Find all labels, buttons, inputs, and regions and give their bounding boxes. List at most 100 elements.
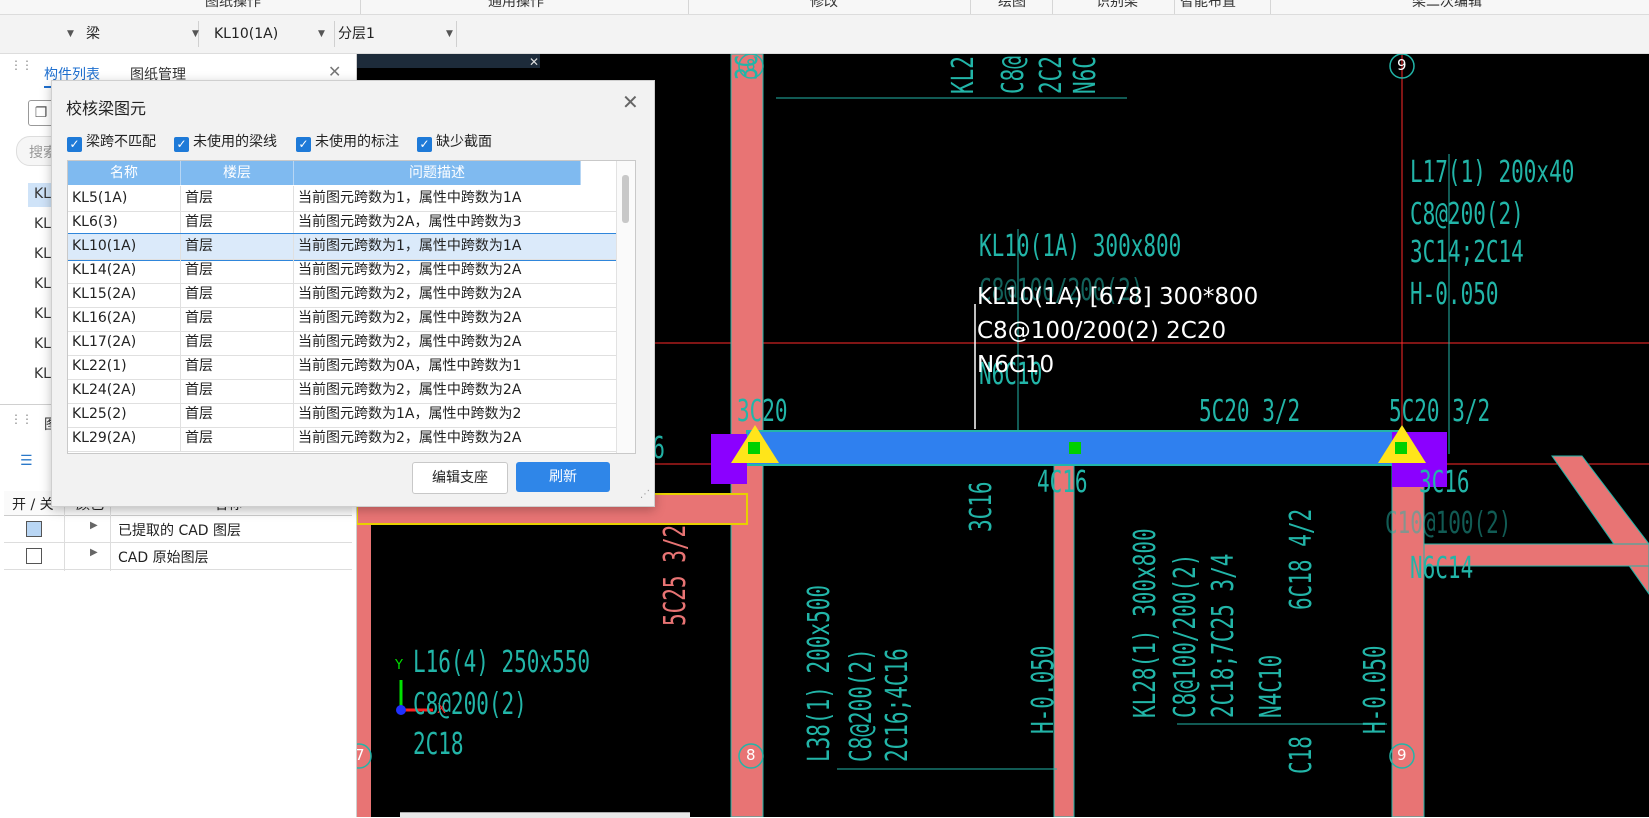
ribbon-divider xyxy=(688,0,689,14)
layer-row[interactable]: ▶ 已提取的 CAD 图层 xyxy=(4,516,352,543)
table-row[interactable]: KL16(2A) 首层 当前图元跨数为2，属性中跨数为2A xyxy=(68,306,635,332)
ribbon-divider xyxy=(360,0,361,14)
table-row[interactable]: KL24(2A) 首层 当前图元跨数为2，属性中跨数为2A xyxy=(68,378,635,404)
ribbon-beam-edit[interactable]: 梁二次编辑 xyxy=(1412,0,1482,11)
checkbox-checked-icon[interactable]: ✓ xyxy=(296,137,311,152)
cell-description: 当前图元跨数为2A，属性中跨数为3 xyxy=(298,214,522,230)
cell-divider xyxy=(180,258,181,283)
axis-label: 8 xyxy=(746,746,756,764)
column-header-floor[interactable]: 楼层 xyxy=(181,161,294,185)
list-item[interactable]: KL xyxy=(34,336,51,352)
list-item[interactable]: KL xyxy=(34,276,51,292)
component-type-select[interactable]: ▼ 梁 ▼ xyxy=(62,21,199,47)
column-header-name[interactable]: 名称 xyxy=(68,161,181,185)
scrollbar-thumb[interactable] xyxy=(622,175,629,223)
cell-name: KL22(1) xyxy=(72,358,127,374)
cell-floor: 首层 xyxy=(185,334,213,350)
component-name-select[interactable]: KL10(1A) ▼ xyxy=(200,21,335,47)
column-header-description[interactable]: 问题描述 xyxy=(294,161,581,185)
cad-text: L38(1) 200x500 xyxy=(802,584,837,762)
filter-missing-section[interactable]: ✓ 缺少截面 xyxy=(417,131,492,152)
cad-text: 2C2 xyxy=(1034,56,1069,94)
cad-text: 2C18 xyxy=(413,727,464,762)
layer-name: 已提取的 CAD 图层 xyxy=(118,523,242,539)
cell-floor: 首层 xyxy=(185,286,213,302)
list-item[interactable]: KL xyxy=(34,366,51,382)
cell-description: 当前图元跨数为2，属性中跨数为2A xyxy=(298,286,522,302)
table-row[interactable]: KL10(1A) 首层 当前图元跨数为1，属性中跨数为1A xyxy=(68,233,635,261)
list-item[interactable]: KL xyxy=(34,186,51,202)
cell-floor: 首层 xyxy=(185,310,213,326)
table-row[interactable]: KL14(2A) 首层 当前图元跨数为2，属性中跨数为2A xyxy=(68,258,635,284)
cad-text: 3C14;2C14 xyxy=(1410,235,1524,270)
cell-divider xyxy=(293,258,294,283)
chevron-down-icon: ▼ xyxy=(67,29,74,39)
cell-name: KL25(2) xyxy=(72,406,127,422)
cad-text: 6C18 4/2 xyxy=(1284,508,1319,610)
cell-divider xyxy=(180,210,181,235)
drag-grip-icon[interactable]: ⋮⋮ xyxy=(10,413,33,425)
close-icon[interactable]: ✕ xyxy=(622,90,639,114)
layer-row[interactable]: ▶ CAD 原始图层 xyxy=(4,543,352,570)
dialog-title: 校核梁图元 xyxy=(66,99,147,118)
cell-divider xyxy=(293,354,294,379)
close-icon[interactable]: ✕ xyxy=(529,55,539,69)
cell-description: 当前图元跨数为2，属性中跨数为2A xyxy=(298,430,522,446)
cell-name: KL15(2A) xyxy=(72,286,137,302)
scrollbar[interactable] xyxy=(616,161,635,453)
edit-support-button[interactable]: 编辑支座 xyxy=(412,462,508,494)
cad-text: 3C20 xyxy=(737,394,788,429)
layer-checkbox[interactable] xyxy=(26,548,42,564)
ribbon-smart-layout[interactable]: 智能布置 xyxy=(1180,0,1236,11)
filter-unused-annotation[interactable]: ✓ 未使用的标注 xyxy=(296,131,399,152)
table-row[interactable]: KL6(3) 首层 当前图元跨数为2A，属性中跨数为3 xyxy=(68,210,635,236)
grip-point[interactable] xyxy=(1069,442,1081,454)
table-row[interactable]: KL5(1A) 首层 当前图元跨数为1，属性中跨数为1A xyxy=(68,186,635,212)
table-row[interactable]: KL15(2A) 首层 当前图元跨数为2，属性中跨数为2A xyxy=(68,282,635,308)
list-item[interactable]: KL xyxy=(34,246,51,262)
ribbon-identify-beam[interactable]: 识别梁 xyxy=(1096,0,1138,11)
cell-divider xyxy=(180,378,181,403)
refresh-button[interactable]: 刷新 xyxy=(516,462,610,492)
ribbon-drawing-ops[interactable]: 图纸操作 xyxy=(205,0,261,11)
layer-manage-icon[interactable]: ☰ xyxy=(20,452,40,470)
list-item[interactable]: KL xyxy=(34,306,51,322)
grip-point[interactable] xyxy=(1395,442,1407,454)
ribbon-modify[interactable]: 修改 xyxy=(810,0,838,11)
table-row[interactable]: KL29(2A) 首层 当前图元跨数为2，属性中跨数为2A xyxy=(68,426,635,452)
cell-floor: 首层 xyxy=(185,262,213,278)
layer-checkbox-checked[interactable] xyxy=(26,521,42,537)
cad-text: 5C25 3/2 xyxy=(658,524,693,626)
component-selector-bar: ▼ 梁 ▼ KL10(1A) ▼ 分层1 ▼ xyxy=(0,15,1649,54)
cad-text: C8@200(2) xyxy=(844,648,879,762)
cad-text: 3C16 xyxy=(964,481,999,532)
cell-name: KL10(1A) xyxy=(72,238,137,254)
filter-label: 未使用的标注 xyxy=(315,134,399,150)
checkbox-checked-icon[interactable]: ✓ xyxy=(417,137,432,152)
cell-divider xyxy=(180,234,181,259)
expand-arrow-icon[interactable]: ▶ xyxy=(90,547,98,558)
cad-text: 4C16 xyxy=(1037,465,1088,500)
close-icon[interactable]: ✕ xyxy=(328,62,341,81)
grip-point[interactable] xyxy=(748,442,760,454)
table-row[interactable]: KL25(2) 首层 当前图元跨数为1A，属性中跨数为2 xyxy=(68,402,635,428)
filter-label: 梁跨不匹配 xyxy=(86,134,156,150)
ribbon-general-ops[interactable]: 通用操作 xyxy=(488,0,544,11)
checkbox-checked-icon[interactable]: ✓ xyxy=(174,137,189,152)
table-row[interactable]: KL22(1) 首层 当前图元跨数为0A，属性中跨数为1 xyxy=(68,354,635,380)
cell-divider xyxy=(293,402,294,427)
list-item[interactable]: KL xyxy=(34,216,51,232)
layer-select[interactable]: 分层1 ▼ xyxy=(336,21,457,47)
drag-grip-icon[interactable]: ⋮⋮ xyxy=(10,59,33,71)
ribbon-draw[interactable]: 绘图 xyxy=(998,0,1026,11)
cell-divider xyxy=(180,354,181,379)
ribbon-divider xyxy=(1052,0,1053,14)
cell-floor: 首层 xyxy=(185,238,213,254)
expand-arrow-icon[interactable]: ▶ xyxy=(90,520,98,531)
table-row[interactable]: KL17(2A) 首层 当前图元跨数为2，属性中跨数为2A xyxy=(68,330,635,356)
filter-span-mismatch[interactable]: ✓ 梁跨不匹配 xyxy=(67,131,156,152)
cad-text: 5C20 3/2 xyxy=(1199,394,1301,429)
filter-unused-beam-line[interactable]: ✓ 未使用的梁线 xyxy=(174,131,277,152)
checkbox-checked-icon[interactable]: ✓ xyxy=(67,137,82,152)
resize-grip-icon[interactable]: ⋰ xyxy=(640,489,650,500)
